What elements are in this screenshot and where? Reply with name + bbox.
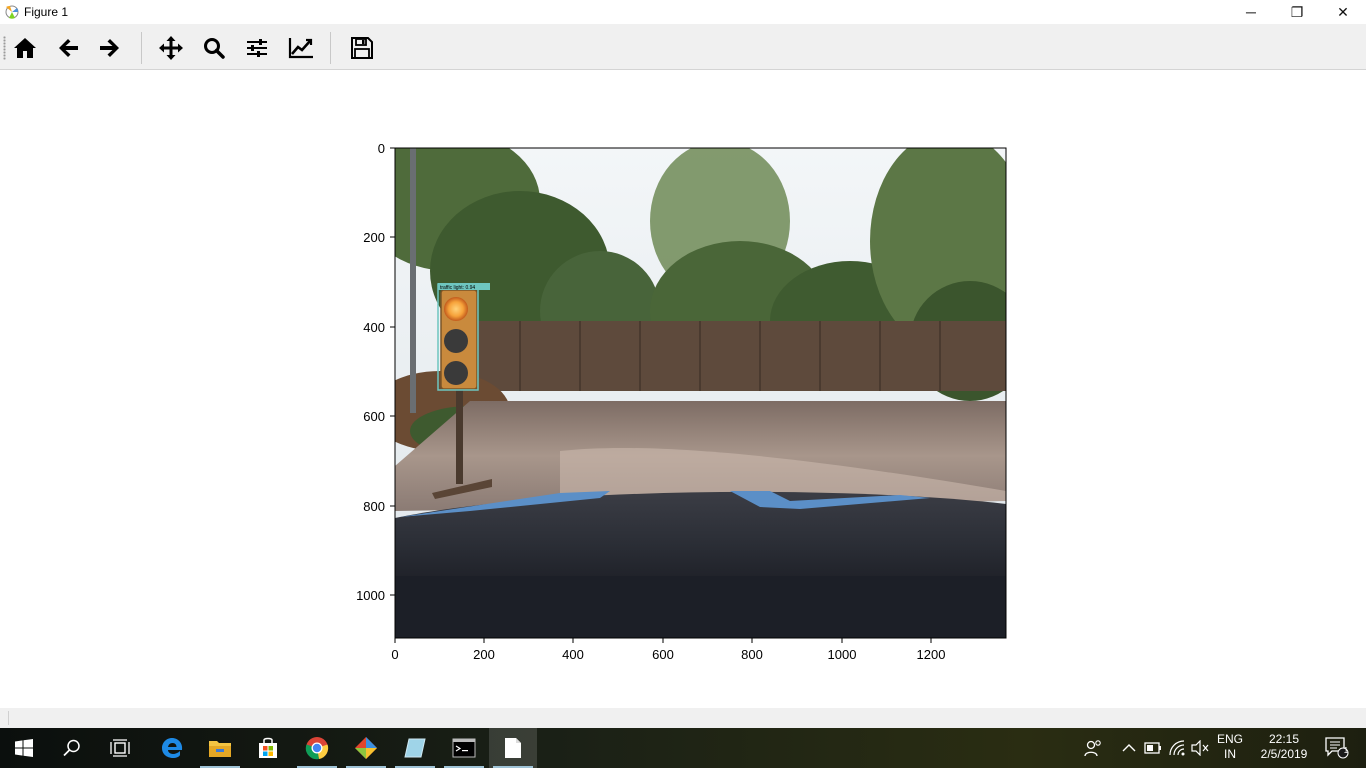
arrow-right-icon [100, 39, 119, 57]
save-icon [351, 37, 373, 59]
status-bar-divider [8, 711, 9, 725]
battery-button[interactable] [1141, 728, 1165, 768]
close-button[interactable]: ✕ [1320, 0, 1366, 24]
y-tick-label: 400 [363, 320, 385, 335]
git-icon [355, 737, 377, 759]
taskbar-app-notepad[interactable] [391, 728, 439, 768]
taskbar-app-chrome[interactable] [293, 728, 341, 768]
x-tick-label: 400 [562, 647, 584, 662]
taskbar-app-terminal[interactable] [440, 728, 488, 768]
y-tick-label: 800 [363, 499, 385, 514]
zoom-button[interactable] [198, 32, 230, 64]
language-indicator[interactable]: ENG IN [1214, 732, 1246, 762]
terminal-icon [452, 738, 476, 758]
toolbar-separator [330, 32, 331, 64]
y-tick-label: 200 [363, 230, 385, 245]
y-tick-label: 0 [378, 141, 385, 156]
taskbar-app-git[interactable] [342, 728, 390, 768]
home-button[interactable] [9, 32, 41, 64]
battery-icon [1144, 742, 1161, 754]
line-chart-icon [288, 38, 313, 59]
action-center-button[interactable]: 1 [1322, 728, 1352, 768]
y-tick-label: 600 [363, 409, 385, 424]
home-icon [14, 38, 36, 58]
axes-plot: traffic light: 0.94 0 200 400 600 800 10… [356, 141, 1007, 662]
figure-toolbar [0, 24, 1366, 70]
x-tick-label: 1200 [917, 647, 946, 662]
status-bar [0, 708, 1366, 728]
x-tick-label: 800 [741, 647, 763, 662]
toolbar-separator [141, 32, 142, 64]
start-button[interactable] [0, 728, 48, 768]
move-icon [159, 36, 183, 60]
taskbar-app-file-explorer[interactable] [196, 728, 244, 768]
arrow-left-icon [59, 39, 78, 57]
traffic-light [440, 289, 478, 390]
y-axis: 0 200 400 600 800 1000 [356, 141, 395, 603]
pan-button[interactable] [155, 32, 187, 64]
chevron-up-icon [1122, 744, 1136, 752]
matplotlib-app-icon [0, 0, 24, 24]
x-tick-label: 200 [473, 647, 495, 662]
folder-icon [209, 741, 231, 757]
windows-icon [15, 739, 33, 757]
x-tick-label: 600 [652, 647, 674, 662]
search-icon [63, 739, 80, 757]
toolbar-grip[interactable] [3, 36, 6, 60]
volume-button[interactable] [1188, 728, 1212, 768]
save-button[interactable] [346, 32, 378, 64]
notification-count: 1 [1343, 746, 1349, 755]
minimize-button[interactable]: ─ [1228, 0, 1274, 24]
clock-time: 22:15 [1268, 732, 1300, 746]
subplots-button[interactable] [241, 32, 273, 64]
clock[interactable]: 22:15 2/5/2019 [1252, 732, 1316, 762]
x-tick-label: 1000 [828, 647, 857, 662]
x-axis: 0 200 400 600 800 1000 1200 [391, 638, 945, 662]
back-button[interactable] [52, 32, 84, 64]
taskbar-app-figure-window[interactable] [489, 728, 537, 768]
people-icon [1084, 740, 1101, 757]
title-bar: Figure 1 ─ ❐ ✕ [0, 0, 1366, 24]
figure-canvas[interactable]: traffic light: 0.94 0 200 400 600 800 10… [0, 71, 1366, 708]
restore-button[interactable]: ❐ [1274, 0, 1320, 24]
store-icon [259, 737, 277, 758]
edge-icon [162, 738, 183, 758]
edit-axis-button[interactable] [285, 32, 317, 64]
y-tick-label: 1000 [356, 588, 385, 603]
task-view-icon [110, 739, 130, 757]
task-view-button[interactable] [96, 728, 144, 768]
taskbar-app-store[interactable] [244, 728, 292, 768]
show-hidden-icons-button[interactable] [1117, 728, 1141, 768]
x-tick-label: 0 [391, 647, 398, 662]
sliders-icon [247, 39, 267, 57]
taskbar-app-edge[interactable] [148, 728, 196, 768]
windows-taskbar: ENG IN 22:15 2/5/2019 1 [0, 728, 1366, 768]
language-region: IN [1224, 747, 1236, 761]
speaker-muted-icon [1191, 740, 1209, 756]
search-icon [204, 38, 225, 59]
notepad-icon [404, 738, 426, 758]
wifi-icon [1169, 740, 1185, 756]
clock-date: 2/5/2019 [1260, 747, 1308, 761]
window-controls: ─ ❐ ✕ [1228, 0, 1366, 24]
language-code: ENG [1216, 732, 1243, 746]
window-title: Figure 1 [24, 5, 69, 19]
network-button[interactable] [1165, 728, 1189, 768]
forward-button[interactable] [94, 32, 126, 64]
chrome-icon [305, 737, 329, 760]
people-button[interactable] [1081, 728, 1105, 768]
document-icon [505, 738, 521, 758]
search-button[interactable] [48, 728, 96, 768]
detection-label: traffic light: 0.94 [440, 285, 475, 291]
